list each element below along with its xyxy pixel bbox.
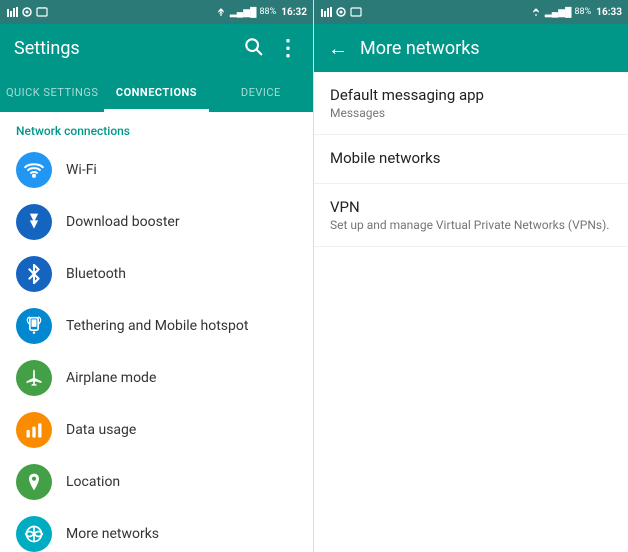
more-networks-icon [16, 516, 52, 552]
mobile-networks-title: Mobile networks [330, 149, 612, 167]
location-icon [16, 464, 52, 500]
menu-item-airplane[interactable]: Airplane mode [0, 352, 313, 404]
section-label: Network connections [0, 112, 313, 144]
battery-level-left: 88% [260, 7, 277, 17]
back-button[interactable]: ← [328, 36, 348, 61]
data-label: Data usage [66, 422, 136, 438]
bluetooth-label: Bluetooth [66, 266, 126, 282]
status-bar-right: ▂▄▆█ 88% 16:33 [314, 0, 628, 24]
download-label: Download booster [66, 214, 180, 230]
mobile-networks-item[interactable]: Mobile networks [314, 135, 628, 184]
tethering-icon [16, 308, 52, 344]
app-title-left: Settings [14, 38, 80, 59]
battery-level-right: 88% [575, 7, 592, 17]
vpn-sub: Set up and manage Virtual Private Networ… [330, 218, 612, 232]
menu-item-data[interactable]: Data usage [0, 404, 313, 456]
wifi-label: Wi-Fi [66, 162, 97, 178]
menu-item-location[interactable]: Location [0, 456, 313, 508]
wifi-icon [16, 152, 52, 188]
download-icon [16, 204, 52, 240]
more-networks-title: More networks [360, 38, 480, 59]
bluetooth-icon [16, 256, 52, 292]
status-icons-left [6, 6, 48, 18]
menu-item-more[interactable]: More networks [0, 508, 313, 552]
menu-item-bluetooth[interactable]: Bluetooth [0, 248, 313, 300]
time-right: 16:33 [596, 7, 622, 18]
default-messaging-item[interactable]: Default messaging app Messages [314, 72, 628, 135]
app-bar-right: ← More networks [314, 24, 628, 72]
signal-bars: ▂▄▆█ [230, 7, 257, 18]
status-icons-right: ▂▄▆█ 88% 16:32 [215, 6, 307, 18]
search-icon[interactable] [243, 36, 263, 61]
airplane-icon [16, 360, 52, 396]
more-networks-label: More networks [66, 526, 159, 542]
status-icons-right-left [320, 6, 362, 18]
default-messaging-title: Default messaging app [330, 86, 612, 104]
time-left: 16:32 [281, 7, 307, 18]
tab-quick-settings[interactable]: QUICK SETTINGS [0, 72, 104, 112]
vpn-item[interactable]: VPN Set up and manage Virtual Private Ne… [314, 184, 628, 247]
more-options-icon[interactable]: ⋮ [277, 36, 299, 61]
default-messaging-sub: Messages [330, 106, 612, 120]
tab-device[interactable]: DEVICE [209, 72, 313, 112]
airplane-label: Airplane mode [66, 370, 156, 386]
menu-list: Wi-Fi Download booster Bluetooth [0, 144, 313, 552]
menu-item-tethering[interactable]: Tethering and Mobile hotspot [0, 300, 313, 352]
more-networks-list: Default messaging app Messages Mobile ne… [314, 72, 628, 552]
status-info-right: ▂▄▆█ 88% 16:33 [530, 6, 622, 18]
location-label: Location [66, 474, 120, 490]
tabs-bar: QUICK SETTINGS CONNECTIONS DEVICE [0, 72, 313, 112]
menu-item-wifi[interactable]: Wi-Fi [0, 144, 313, 196]
status-bar-left: ▂▄▆█ 88% 16:32 [0, 0, 313, 24]
vpn-title: VPN [330, 198, 612, 216]
app-bar-left: Settings ⋮ [0, 24, 313, 72]
app-bar-icons: ⋮ [243, 36, 299, 61]
right-panel: ▂▄▆█ 88% 16:33 ← More networks Default m… [314, 0, 628, 552]
tethering-label: Tethering and Mobile hotspot [66, 318, 248, 334]
menu-item-download[interactable]: Download booster [0, 196, 313, 248]
left-panel: ▂▄▆█ 88% 16:32 Settings ⋮ QUICK SETTINGS… [0, 0, 314, 552]
data-icon [16, 412, 52, 448]
signal-bars-right: ▂▄▆█ [545, 7, 572, 18]
tab-connections[interactable]: CONNECTIONS [104, 72, 208, 112]
